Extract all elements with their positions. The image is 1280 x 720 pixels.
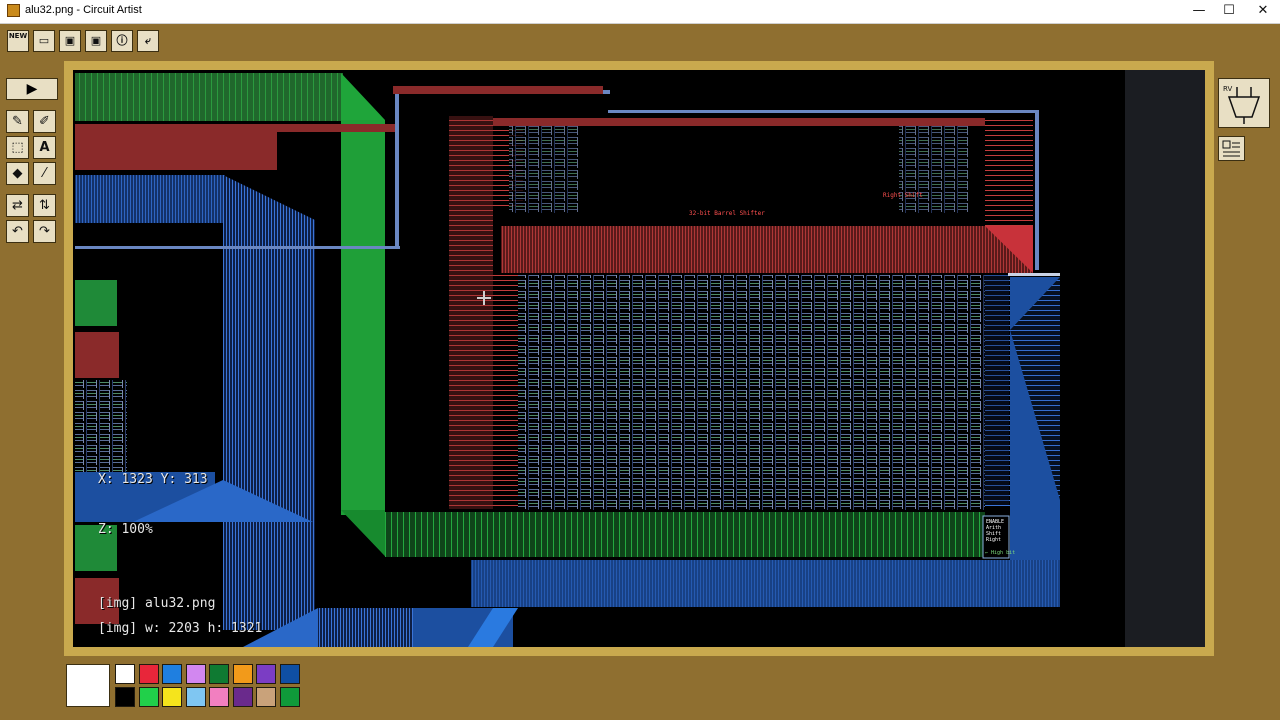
info-icon[interactable]: ⓘ <box>111 30 133 52</box>
color-swatch[interactable] <box>209 687 229 707</box>
color-swatch[interactable] <box>279 664 300 684</box>
color-swatch[interactable] <box>279 687 300 707</box>
color-swatch[interactable] <box>256 687 276 707</box>
high-bit-label: ← High bit <box>985 550 1016 556</box>
open-folder-icon[interactable]: ▭ <box>33 30 55 52</box>
circuit-drawing <box>75 73 1060 647</box>
drawing-canvas[interactable]: 32-bit Barrel Shifter Right Shift ENABLE… <box>73 70 1204 647</box>
picker-tool[interactable]: ⁄ <box>33 162 56 185</box>
color-swatch[interactable] <box>232 664 253 684</box>
crosshair-icon <box>477 291 491 305</box>
rotate-left-tool[interactable]: ↶ <box>6 220 29 243</box>
minimize-button[interactable]: — <box>1182 0 1216 23</box>
right-shift-label: Right Shift <box>883 192 923 199</box>
pencil-icon: ✎ <box>12 114 23 129</box>
color-swatch[interactable] <box>256 664 276 684</box>
flip-horizontal-icon: ⇄ <box>12 198 23 213</box>
flip-horizontal-tool[interactable]: ⇄ <box>6 194 29 217</box>
svg-text:RV: RV <box>1223 85 1232 93</box>
line-tool[interactable]: ✐ <box>33 110 56 133</box>
play-icon: ▶ <box>26 81 38 97</box>
title-bar: alu32.png - Circuit Artist — ☐ ✕ <box>0 0 1280 24</box>
mux-icon: RV <box>1223 85 1261 124</box>
simulate-button[interactable]: ▶ <box>6 78 58 100</box>
text-icon: A <box>39 140 50 155</box>
bucket-icon: ◆ <box>12 166 23 181</box>
eyedropper-icon: ⁄ <box>43 166 46 181</box>
color-swatch[interactable] <box>232 687 253 707</box>
maximize-button[interactable]: ☐ <box>1212 0 1246 23</box>
exit-icon[interactable]: ⤶ <box>137 30 159 52</box>
flip-vertical-tool[interactable]: ⇅ <box>33 194 56 217</box>
cursor-coordinates: X: 1323 Y: 313 <box>98 472 208 487</box>
zoom-level: Z: 100% <box>98 522 153 537</box>
color-swatch[interactable] <box>115 687 135 707</box>
color-swatch[interactable] <box>138 664 159 684</box>
color-swatch[interactable] <box>185 687 206 707</box>
new-label: NEW <box>8 32 28 40</box>
close-button[interactable]: ✕ <box>1246 0 1280 23</box>
enable-label: ENABLE Arith Shift Right <box>986 519 1005 543</box>
rotate-left-icon: ↶ <box>12 224 23 239</box>
save-as-icon[interactable]: ▣ <box>85 30 107 52</box>
image-size: [img] w: 2203 h: 1321 <box>98 621 263 636</box>
rotate-right-icon: ↷ <box>39 224 50 239</box>
canvas-right-region <box>1125 70 1205 647</box>
current-color-preview <box>66 664 110 707</box>
line-icon: ✐ <box>39 114 50 129</box>
select-icon: ⬚ <box>11 140 24 155</box>
color-swatch[interactable] <box>115 664 135 684</box>
new-button[interactable]: NEW <box>7 30 29 52</box>
select-tool[interactable]: ⬚ <box>6 136 29 159</box>
app-icon <box>7 4 20 17</box>
color-swatch[interactable] <box>162 664 182 684</box>
image-name: [img] alu32.png <box>98 596 216 611</box>
color-swatch[interactable] <box>209 664 229 684</box>
color-swatch[interactable] <box>162 687 182 707</box>
flip-vertical-icon: ⇅ <box>39 198 50 213</box>
window-title: alu32.png - Circuit Artist <box>25 4 142 16</box>
text-tool[interactable]: A <box>33 136 56 159</box>
shifter-label: 32-bit Barrel Shifter <box>689 210 765 217</box>
fill-tool[interactable]: ◆ <box>6 162 29 185</box>
layers-button[interactable] <box>1218 136 1245 161</box>
rotate-right-tool[interactable]: ↷ <box>33 220 56 243</box>
save-icon[interactable]: ▣ <box>59 30 81 52</box>
color-swatch[interactable] <box>185 664 206 684</box>
color-swatch[interactable] <box>138 687 159 707</box>
list-icon <box>1222 140 1240 157</box>
pencil-tool[interactable]: ✎ <box>6 110 29 133</box>
component-library-button[interactable]: RV <box>1218 78 1270 128</box>
